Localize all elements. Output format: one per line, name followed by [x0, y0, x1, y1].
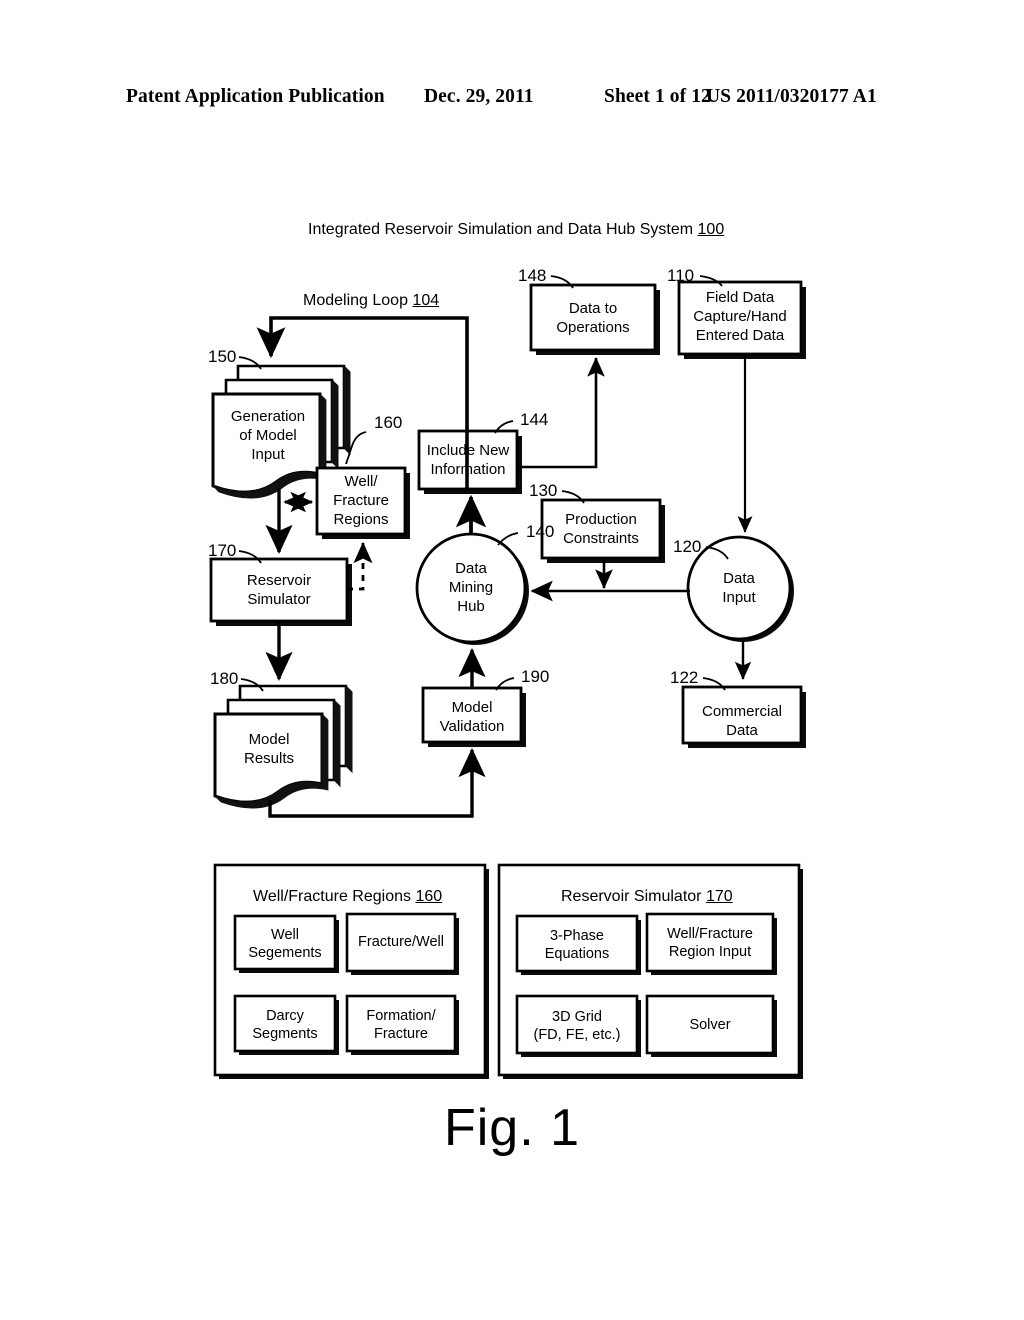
ref-120: 120 [673, 537, 702, 556]
modeling-loop-ref: 104 [412, 292, 440, 309]
ref-180: 180 [210, 669, 239, 688]
detail-panel-0-title-ref: 160 [415, 888, 443, 905]
production-constraints-box [540, 498, 662, 560]
detail-panel-0-title: Well/Fracture Regions 160 [253, 888, 442, 906]
detail-panel-0-title-text: Well/Fracture Regions [253, 888, 416, 905]
ref-144: 144 [520, 410, 549, 429]
model-results-shape [213, 684, 353, 809]
figure-title: Integrated Reservoir Simulation and Data… [308, 221, 724, 239]
patent-figure-1: Integrated Reservoir Simulation and Data… [0, 0, 1024, 1320]
ref-150: 150 [208, 347, 237, 366]
ref-140: 140 [526, 522, 555, 541]
ref-130: 130 [529, 481, 558, 500]
detail-panel-1-title-text: Reservoir Simulator [561, 888, 706, 905]
detail-panel-1-title: Reservoir Simulator 170 [561, 888, 733, 906]
commercial-data-box [681, 685, 803, 745]
ref-110: 110 [667, 266, 695, 285]
field-data-capture-box [677, 280, 803, 356]
well-fracture-regions-box [315, 466, 407, 536]
figure-title-text: Integrated Reservoir Simulation and Data… [308, 221, 698, 238]
figure-caption: Fig. 1 [443, 1099, 581, 1157]
model-validation-box [421, 686, 523, 744]
ref-190: 190 [521, 667, 550, 686]
ref-122: 122 [670, 668, 699, 687]
reservoir-simulator-box [209, 557, 349, 623]
ref-160: 160 [374, 413, 403, 432]
modeling-loop-title: Modeling Loop 104 [303, 292, 439, 310]
detail-panel-1-title-ref: 170 [705, 888, 733, 905]
ref-148: 148 [518, 266, 547, 285]
figure-title-ref: 100 [697, 221, 725, 238]
data-to-operations-box [529, 283, 657, 352]
modeling-loop-text: Modeling Loop [303, 292, 413, 309]
ref-170: 170 [208, 541, 237, 560]
node-rectangles [209, 280, 803, 745]
